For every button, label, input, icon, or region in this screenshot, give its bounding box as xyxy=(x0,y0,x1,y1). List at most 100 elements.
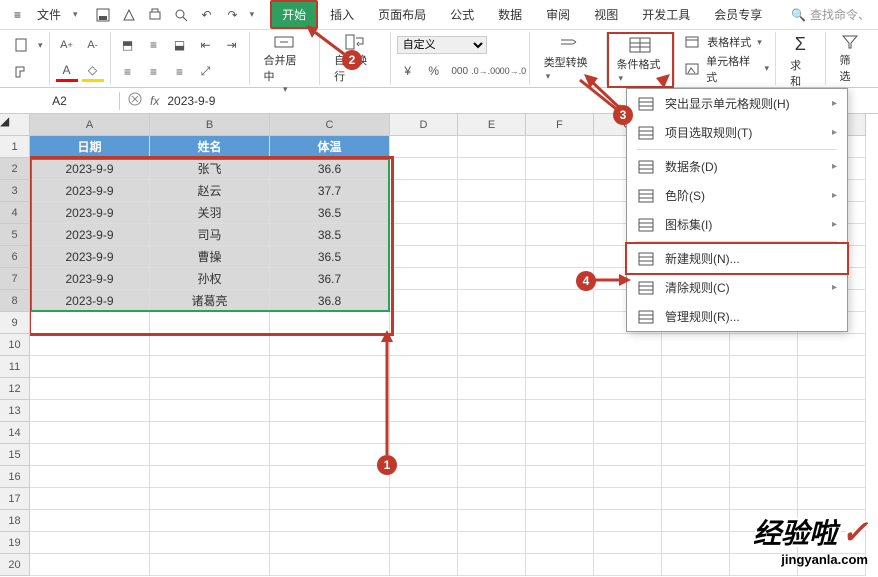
font-increase-icon[interactable]: A+ xyxy=(56,35,78,55)
cell-B3[interactable]: 赵云 xyxy=(150,180,270,202)
cell-H18[interactable] xyxy=(662,510,730,532)
redo-icon[interactable]: ↷ xyxy=(222,5,244,25)
cell-C9[interactable] xyxy=(270,312,390,334)
cell-D3[interactable] xyxy=(390,180,458,202)
cell-I11[interactable] xyxy=(730,356,798,378)
cell-A1[interactable]: 日期 xyxy=(30,136,150,158)
cell-G19[interactable] xyxy=(594,532,662,554)
cell-D12[interactable] xyxy=(390,378,458,400)
cell-G18[interactable] xyxy=(594,510,662,532)
cell-C6[interactable]: 36.5 xyxy=(270,246,390,268)
cell-C15[interactable] xyxy=(270,444,390,466)
cell-A7[interactable]: 2023-9-9 xyxy=(30,268,150,290)
cell-H11[interactable] xyxy=(662,356,730,378)
cell-D9[interactable] xyxy=(390,312,458,334)
row-header-17[interactable]: 17 xyxy=(0,488,30,510)
indent-decrease-icon[interactable]: ⇤ xyxy=(195,35,217,55)
cell-G11[interactable] xyxy=(594,356,662,378)
menu-item-highlight[interactable]: 突出显示单元格规则(H)▸ xyxy=(627,89,847,118)
cell-B6[interactable]: 曹操 xyxy=(150,246,270,268)
cell-C5[interactable]: 38.5 xyxy=(270,224,390,246)
col-header-E[interactable]: E xyxy=(458,114,526,136)
cell-A17[interactable] xyxy=(30,488,150,510)
cell-H17[interactable] xyxy=(662,488,730,510)
format-painter-icon[interactable] xyxy=(10,62,32,82)
tab-vip[interactable]: 会员专享 xyxy=(704,2,772,27)
cell-J12[interactable] xyxy=(798,378,866,400)
cell-H12[interactable] xyxy=(662,378,730,400)
cell-E8[interactable] xyxy=(458,290,526,312)
cell-F20[interactable] xyxy=(526,554,594,576)
cell-H16[interactable] xyxy=(662,466,730,488)
cell-F10[interactable] xyxy=(526,334,594,356)
cell-H15[interactable] xyxy=(662,444,730,466)
cell-C18[interactable] xyxy=(270,510,390,532)
cell-A11[interactable] xyxy=(30,356,150,378)
align-top-icon[interactable]: ⬒ xyxy=(117,35,139,55)
sum-button[interactable]: Σ 求和 xyxy=(782,32,818,91)
cell-A19[interactable] xyxy=(30,532,150,554)
cell-B9[interactable] xyxy=(150,312,270,334)
cell-D19[interactable] xyxy=(390,532,458,554)
cell-D7[interactable] xyxy=(390,268,458,290)
cell-G10[interactable] xyxy=(594,334,662,356)
cell-I10[interactable] xyxy=(730,334,798,356)
share-icon[interactable] xyxy=(118,5,140,25)
cell-D10[interactable] xyxy=(390,334,458,356)
cell-C17[interactable] xyxy=(270,488,390,510)
cell-A4[interactable]: 2023-9-9 xyxy=(30,202,150,224)
row-header-15[interactable]: 15 xyxy=(0,444,30,466)
decrease-decimal-icon[interactable]: .00→.0 xyxy=(501,61,523,81)
cell-B8[interactable]: 诸葛亮 xyxy=(150,290,270,312)
row-header-1[interactable]: 1 xyxy=(0,136,30,158)
cell-C10[interactable] xyxy=(270,334,390,356)
cell-A6[interactable]: 2023-9-9 xyxy=(30,246,150,268)
cell-D11[interactable] xyxy=(390,356,458,378)
cell-F19[interactable] xyxy=(526,532,594,554)
cell-E3[interactable] xyxy=(458,180,526,202)
orientation-icon[interactable]: ⤢ xyxy=(195,62,217,82)
row-header-7[interactable]: 7 xyxy=(0,268,30,290)
cell-G12[interactable] xyxy=(594,378,662,400)
cell-F14[interactable] xyxy=(526,422,594,444)
cell-D18[interactable] xyxy=(390,510,458,532)
cell-J11[interactable] xyxy=(798,356,866,378)
align-right-icon[interactable]: ≡ xyxy=(169,62,191,82)
cell-G15[interactable] xyxy=(594,444,662,466)
cell-E11[interactable] xyxy=(458,356,526,378)
cell-F3[interactable] xyxy=(526,180,594,202)
cell-I15[interactable] xyxy=(730,444,798,466)
tab-formula[interactable]: 公式 xyxy=(440,2,484,27)
cell-H20[interactable] xyxy=(662,554,730,576)
cell-F11[interactable] xyxy=(526,356,594,378)
cell-B13[interactable] xyxy=(150,400,270,422)
cell-B11[interactable] xyxy=(150,356,270,378)
cell-A14[interactable] xyxy=(30,422,150,444)
cell-G14[interactable] xyxy=(594,422,662,444)
cell-G20[interactable] xyxy=(594,554,662,576)
menu-item-iconset[interactable]: 图标集(I)▸ xyxy=(627,210,847,239)
cell-E2[interactable] xyxy=(458,158,526,180)
row-header-14[interactable]: 14 xyxy=(0,422,30,444)
row-header-9[interactable]: 9 xyxy=(0,312,30,334)
cell-I17[interactable] xyxy=(730,488,798,510)
cell-B15[interactable] xyxy=(150,444,270,466)
font-decrease-icon[interactable]: A- xyxy=(82,35,104,55)
undo-icon[interactable]: ↶ xyxy=(196,5,218,25)
name-box[interactable]: A2 xyxy=(0,92,120,110)
cell-E15[interactable] xyxy=(458,444,526,466)
cell-F15[interactable] xyxy=(526,444,594,466)
col-header-B[interactable]: B xyxy=(150,114,270,136)
align-center-icon[interactable]: ≡ xyxy=(143,62,165,82)
cell-E13[interactable] xyxy=(458,400,526,422)
cell-I14[interactable] xyxy=(730,422,798,444)
cell-F4[interactable] xyxy=(526,202,594,224)
cell-style-button[interactable]: 单元格样式 xyxy=(706,53,758,85)
cell-D13[interactable] xyxy=(390,400,458,422)
cell-J10[interactable] xyxy=(798,334,866,356)
file-dropdown-icon[interactable]: ▾ xyxy=(73,9,78,20)
cell-A15[interactable] xyxy=(30,444,150,466)
row-header-2[interactable]: 2 xyxy=(0,158,30,180)
cell-A13[interactable] xyxy=(30,400,150,422)
menu-item-manage[interactable]: 管理规则(R)... xyxy=(627,302,847,331)
